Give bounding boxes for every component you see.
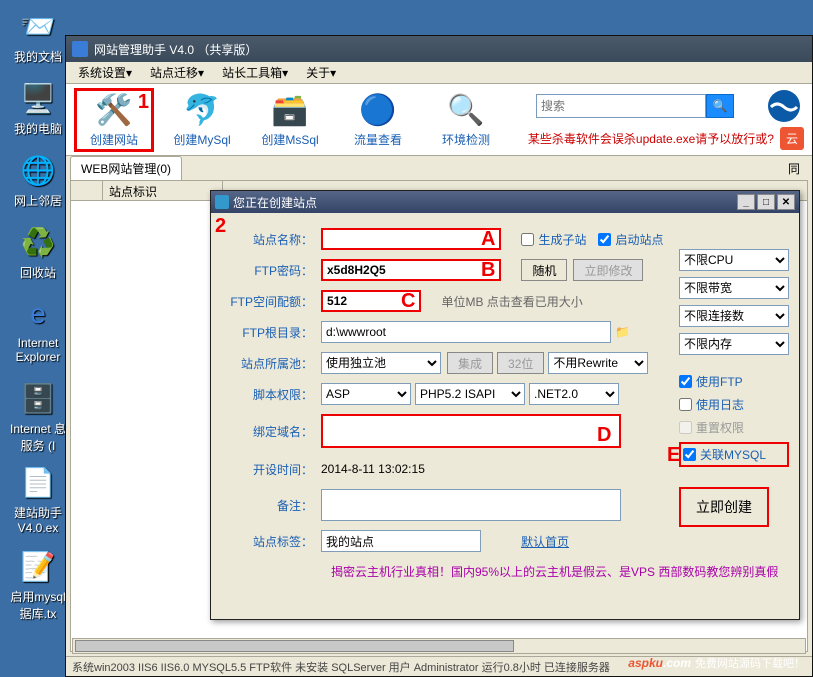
dialog-title: 您正在创建站点 bbox=[233, 194, 317, 211]
app-icon bbox=[72, 41, 88, 57]
env-check-button[interactable]: 🔍 环境检测 bbox=[426, 88, 506, 152]
domain-input[interactable] bbox=[321, 414, 621, 448]
tab-web[interactable]: WEB网站管理(0) bbox=[70, 156, 182, 180]
menu-about[interactable]: 关于▾ bbox=[298, 62, 344, 83]
desktop-icon[interactable]: 📝启用mysql 据库.tx bbox=[8, 546, 68, 622]
label-site-name: 站点名称： bbox=[221, 231, 321, 248]
create-site-button[interactable]: 🛠️ 创建网站 1 bbox=[74, 88, 154, 152]
desktop-icon[interactable]: 📨我的文档 bbox=[8, 6, 68, 65]
site-name-input[interactable] bbox=[321, 228, 501, 250]
conn-select[interactable]: 不限连接数 bbox=[679, 305, 789, 327]
tag-input[interactable] bbox=[321, 530, 481, 552]
label-ftp-pass: FTP密码： bbox=[221, 262, 321, 279]
search-icon: 🔍 bbox=[713, 99, 728, 113]
tabs: WEB网站管理(0) 同 bbox=[66, 156, 812, 180]
toolbar: 🛠️ 创建网站 1 🐬 创建MySql 🗃️ 创建MsSql 🔵 流量查看 🔍 … bbox=[66, 84, 812, 156]
annotation-c: C bbox=[401, 290, 415, 313]
pool-select[interactable]: 使用独立池 bbox=[321, 352, 441, 374]
asp-select[interactable]: ASP bbox=[321, 383, 411, 405]
label-ftp-root: FTP根目录： bbox=[221, 324, 321, 341]
logo-icon bbox=[767, 89, 801, 123]
menu-tools[interactable]: 站长工具箱▾ bbox=[214, 62, 296, 83]
annotation-2: 2 bbox=[215, 215, 226, 238]
ftp-pass-input[interactable] bbox=[321, 259, 501, 281]
menubar: 系统设置▾ 站点迁移▾ 站长工具箱▾ 关于▾ bbox=[66, 62, 812, 84]
create-button[interactable]: 立即创建 bbox=[679, 487, 769, 527]
annotation-d: D bbox=[597, 424, 611, 447]
desktop-icon[interactable]: 🗄️Internet 息服务 (I bbox=[8, 378, 68, 454]
annotation-1: 1 bbox=[138, 91, 149, 114]
bit32-button: 32位 bbox=[497, 352, 544, 374]
minimize-button[interactable]: _ bbox=[737, 194, 755, 210]
watermark: aspku.com免费网站源码下载吧！ bbox=[628, 655, 805, 671]
ftp-root-input[interactable] bbox=[321, 321, 611, 343]
mysql-icon: 🐬 bbox=[183, 91, 221, 129]
php-select[interactable]: PHP5.2 ISAPI bbox=[415, 383, 525, 405]
rewrite-select[interactable]: 不用Rewrite bbox=[548, 352, 648, 374]
child-site-checkbox[interactable] bbox=[521, 233, 534, 246]
label-remark: 备注： bbox=[221, 497, 321, 514]
desktop-icon[interactable]: 🖥️我的电脑 bbox=[8, 78, 68, 137]
cpu-select[interactable]: 不限CPU bbox=[679, 249, 789, 271]
window-title: 网站管理助手 V4.0 （共享版） bbox=[94, 41, 257, 58]
bw-select[interactable]: 不限带宽 bbox=[679, 277, 789, 299]
reset-perm-checkbox bbox=[679, 421, 692, 434]
modify-button: 立即修改 bbox=[573, 259, 643, 281]
wrench-icon: 🛠️ bbox=[95, 91, 133, 129]
menu-migrate[interactable]: 站点迁移▾ bbox=[142, 62, 212, 83]
create-site-dialog: 您正在创建站点 _ □ ✕ 2 站点名称： A 生成子站 启动站点 FTP密码：… bbox=[210, 190, 800, 620]
random-button[interactable]: 随机 bbox=[521, 259, 567, 281]
scrollbar-horizontal[interactable] bbox=[72, 638, 806, 654]
traffic-button[interactable]: 🔵 流量查看 bbox=[338, 88, 418, 152]
col-site-id[interactable]: 站点标识 bbox=[103, 181, 223, 200]
desktop-icon[interactable]: 📄建站助手 V4.0.ex bbox=[8, 462, 68, 535]
mem-select[interactable]: 不限内存 bbox=[679, 333, 789, 355]
create-mysql-button[interactable]: 🐬 创建MySql bbox=[162, 88, 242, 152]
search-input[interactable] bbox=[536, 94, 706, 118]
search-button[interactable]: 🔍 bbox=[706, 94, 734, 118]
label-script: 脚本权限： bbox=[221, 386, 321, 403]
use-log-checkbox[interactable] bbox=[679, 398, 692, 411]
mssql-icon: 🗃️ bbox=[271, 91, 309, 129]
desktop-icon[interactable]: eInternet Explorer bbox=[8, 294, 68, 364]
annotation-e: E bbox=[667, 444, 680, 467]
default-page-link[interactable]: 默认首页 bbox=[521, 533, 569, 550]
maximize-button[interactable]: □ bbox=[757, 194, 775, 210]
tab-sync[interactable]: 同 bbox=[780, 157, 808, 180]
dialog-titlebar[interactable]: 您正在创建站点 _ □ ✕ bbox=[211, 191, 799, 213]
col-blank[interactable] bbox=[71, 181, 103, 200]
annotation-b: B bbox=[481, 259, 495, 282]
close-button[interactable]: ✕ bbox=[777, 194, 795, 210]
remark-input[interactable] bbox=[321, 489, 621, 521]
chart-icon: 🔵 bbox=[359, 91, 397, 129]
searchbar: 🔍 bbox=[536, 89, 804, 123]
scroll-thumb[interactable] bbox=[75, 640, 514, 652]
dialog-icon bbox=[215, 195, 229, 209]
jc-button: 集成 bbox=[447, 352, 493, 374]
bottom-hint: 揭密云主机行业真相！国内95%以上的云主机是假云、是VPS 西部数码教您辨别真假 bbox=[221, 563, 789, 580]
label-open-time: 开设时间： bbox=[221, 461, 321, 478]
menu-system[interactable]: 系统设置▾ bbox=[70, 62, 140, 83]
relate-mysql-checkbox[interactable] bbox=[683, 448, 696, 461]
check-icon: 🔍 bbox=[447, 91, 485, 129]
label-ftp-quota: FTP空间配额： bbox=[221, 293, 321, 310]
quota-hint[interactable]: 单位MB 点击查看已用大小 bbox=[441, 293, 582, 310]
start-site-checkbox[interactable] bbox=[598, 233, 611, 246]
net-select[interactable]: .NET2.0 bbox=[529, 383, 619, 405]
annotation-a: A bbox=[481, 228, 495, 251]
label-tag: 站点标签： bbox=[221, 533, 321, 550]
open-time-value: 2014-8-11 13:02:15 bbox=[321, 462, 425, 476]
cloud-button[interactable]: 云 bbox=[780, 127, 804, 150]
label-domain: 绑定域名： bbox=[221, 423, 321, 440]
warning-text: 某些杀毒软件会误杀update.exe请予以放行或? bbox=[528, 130, 774, 147]
side-column: 不限CPU 不限带宽 不限连接数 不限内存 使用FTP 使用日志 重置权限 E关… bbox=[679, 249, 789, 527]
use-ftp-checkbox[interactable] bbox=[679, 375, 692, 388]
folder-icon[interactable]: 📁 bbox=[615, 325, 630, 339]
label-pool: 站点所属池： bbox=[221, 355, 321, 372]
titlebar[interactable]: 网站管理助手 V4.0 （共享版） bbox=[66, 36, 812, 62]
create-mssql-button[interactable]: 🗃️ 创建MsSql bbox=[250, 88, 330, 152]
desktop-icon[interactable]: 🌐网上邻居 bbox=[8, 150, 68, 209]
desktop-icon[interactable]: ♻️回收站 bbox=[8, 222, 68, 281]
